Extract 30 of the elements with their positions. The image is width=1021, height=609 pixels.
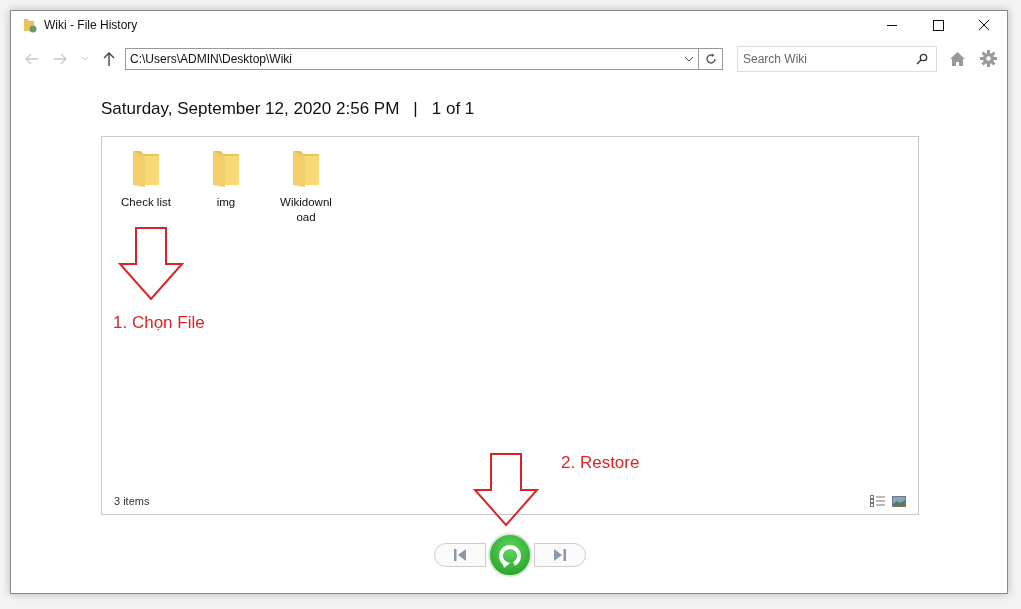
window-title: Wiki - File History bbox=[44, 18, 138, 32]
folder-name[interactable]: Check list bbox=[118, 195, 174, 210]
restore-icon bbox=[497, 542, 523, 568]
previous-button[interactable] bbox=[434, 543, 486, 567]
up-arrow-icon[interactable] bbox=[103, 51, 115, 66]
search-field[interactable]: Search Wiki bbox=[737, 45, 937, 72]
settings-icon[interactable] bbox=[980, 50, 997, 67]
details-view-icon[interactable] bbox=[870, 495, 886, 507]
next-button[interactable] bbox=[534, 543, 586, 567]
item-count: 3 items bbox=[114, 495, 150, 507]
skip-back-icon bbox=[453, 549, 467, 561]
folder-icon bbox=[22, 17, 38, 33]
refresh-button[interactable] bbox=[699, 47, 723, 70]
annotation-label: 1. Chọn File bbox=[113, 313, 205, 333]
home-icon[interactable] bbox=[949, 50, 966, 67]
annotation-label: 2. Restore bbox=[561, 453, 640, 473]
chevron-down-icon[interactable] bbox=[684, 55, 694, 62]
search-icon bbox=[916, 52, 928, 65]
skip-forward-icon bbox=[553, 549, 567, 561]
address-field[interactable]: C:\Users\ADMIN\Desktop\Wiki bbox=[125, 47, 699, 70]
folder-name[interactable]: img bbox=[198, 195, 254, 210]
refresh-icon bbox=[704, 52, 717, 65]
snapshot-position: 1 of 1 bbox=[431, 99, 475, 119]
separator-text: | bbox=[413, 99, 418, 119]
snapshot-date: Saturday, September 12, 2020 2:56 PM bbox=[101, 99, 400, 119]
thumbnail-view-icon[interactable] bbox=[892, 495, 906, 507]
restore-button[interactable] bbox=[488, 533, 532, 577]
forward-arrow-icon[interactable] bbox=[53, 52, 67, 65]
folder-name[interactable]: Wikidownload bbox=[278, 195, 334, 225]
back-arrow-icon[interactable] bbox=[25, 52, 39, 65]
